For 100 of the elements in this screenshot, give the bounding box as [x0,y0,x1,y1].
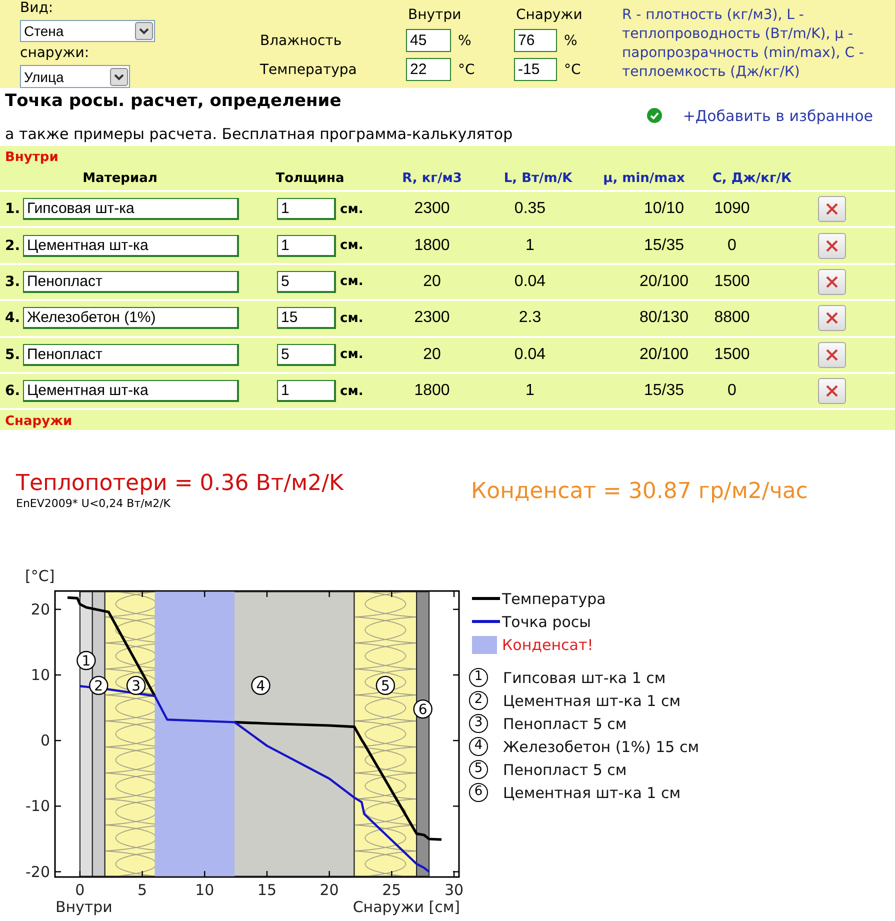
material-input[interactable]: Цементная шт-ка [23,234,239,257]
delete-button[interactable] [818,268,846,295]
unit-label: см. [339,310,364,326]
vapour-permeability-cell: 15/35 [644,382,684,400]
band-label: 3 [132,678,141,695]
density-cell: 20 [423,272,441,291]
density-cell: 2300 [414,200,450,218]
outside-label: снаружи: [20,45,90,62]
axis-tick-label: -10 [26,798,50,816]
unit-label: см. [339,274,364,290]
outside-value-input[interactable]: 76 [514,29,557,52]
legend-note: R - плотность (кг/м3), L - теплопроводность (Вт/m/K), μ - паропрозрачность (min/max), C - теплоемкость (Дж/кг/К) [622,6,865,82]
layer-number: 2 [469,691,488,710]
delete-button[interactable] [818,196,846,222]
legend-label: Гипсовая шт-ка 1 см [503,668,666,687]
unit-label: см. [339,202,364,217]
page-title: Точка росы. расчет, определение [5,90,342,112]
heat-capacity-cell: 1500 [714,272,750,291]
vapour-permeability-cell: 15/35 [644,236,684,255]
column-header: R, кг/м3 [402,171,462,186]
density-cell: 1800 [414,382,450,400]
chevron-down-icon [135,22,153,40]
column-header: C, Дж/кг/К [712,171,792,186]
add-to-favorites-link[interactable]: +Добавить в избранное [682,108,873,125]
column-header: Внутри [407,7,462,23]
delete-button[interactable] [818,378,846,404]
column-header: Материал [82,171,158,186]
legend-label: Цементная шт-ка 1 см [503,784,681,802]
inside-value-input[interactable]: 22 [406,58,451,81]
legend-label: Пенопласт 5 см [503,714,627,733]
conductivity-cell: 1 [526,382,534,400]
conductivity-cell: 0.04 [514,346,546,364]
thickness-input[interactable]: 5 [277,344,336,366]
band-label: 1 [82,654,91,670]
thickness-input[interactable]: 5 [277,270,336,293]
axis-tick-label: 20 [30,600,50,619]
outside-type-select[interactable]: Улица [20,65,130,88]
conductivity-cell: 0.35 [514,200,546,218]
x-axis-label: Снаружи [см] [352,898,460,916]
heat-capacity-cell: 1500 [714,346,750,364]
legend-label: Конденсат! [502,636,594,654]
material-input[interactable]: Цементная шт-ка [23,380,239,402]
layer-number-label: 2 [89,676,108,696]
wall-type-select[interactable]: Стена [20,20,155,42]
thickness-input[interactable]: 15 [277,307,336,330]
outside-value-input[interactable]: -15 [514,58,557,81]
axis-tick-label: 20 [320,881,339,900]
row-number: 3. [5,274,20,290]
density-cell: 1800 [414,236,450,255]
unit-label: °C [563,62,581,78]
view-label: Вид: [20,0,54,17]
layer-number: 4 [469,737,488,756]
unit-label: см. [339,238,364,254]
band-label: 4 [256,678,266,695]
row-number: 4. [5,310,20,326]
parameter-label: Влажность [260,32,342,48]
density-cell: 2300 [414,309,450,328]
close-icon [826,240,838,252]
thickness-input[interactable]: 1 [277,234,336,257]
heat-capacity-cell: 0 [728,382,736,400]
delete-button[interactable] [818,342,846,368]
close-icon [826,348,838,361]
inside-label: Внутри [4,149,58,167]
band-label: 5 [380,678,390,695]
layer-number-label: 4 [251,676,270,696]
axis-tick-label: 10 [30,666,50,684]
inside-value-input[interactable]: 45 [406,29,451,52]
conductivity-cell: 2.3 [518,309,542,328]
layer-number: 1 [469,668,488,688]
vapour-permeability-cell: 20/100 [640,346,688,364]
material-input[interactable]: Гипсовая шт-ка [23,198,239,220]
material-input[interactable]: Пенопласт [23,270,239,293]
axis-tick-label: 10 [195,881,214,900]
condensate-result: Конденсат = 30.87 гр/м2/час [471,479,808,504]
parameter-label: Температура [260,62,357,78]
delete-button[interactable] [818,232,846,259]
density-cell: 20 [423,346,441,364]
material-input[interactable]: Пенопласт [23,344,239,366]
norm-note: EnEV2009* U<0,24 Вт/м2/K [16,497,171,512]
outside-label: Снаружи [4,413,72,432]
vapour-permeability-cell: 80/130 [640,309,688,328]
unit-label: см. [339,384,364,399]
unit-label: % [563,32,578,48]
axis-tick-label: 0 [75,881,85,900]
close-icon [826,276,838,288]
axis-tick-label: 30 [444,881,464,900]
delete-button[interactable] [818,305,846,332]
unit-label: см. [339,347,364,362]
heat-capacity-cell: 8800 [714,309,750,328]
check-circle-icon [646,108,662,123]
layer-number-label: 6 [413,700,432,720]
material-input[interactable]: Железобетон (1%) [23,307,239,330]
heat-loss-result: Теплопотери = 0.36 Вт/м2/K [16,471,344,498]
column-header: Толщина [276,171,344,186]
layer-number-label: 1 [76,651,96,670]
layer-number: 5 [469,760,488,780]
row-number: 6. [5,383,20,400]
thickness-input[interactable]: 1 [277,198,336,220]
thickness-input[interactable]: 1 [277,380,336,402]
band-label: 2 [94,678,104,695]
